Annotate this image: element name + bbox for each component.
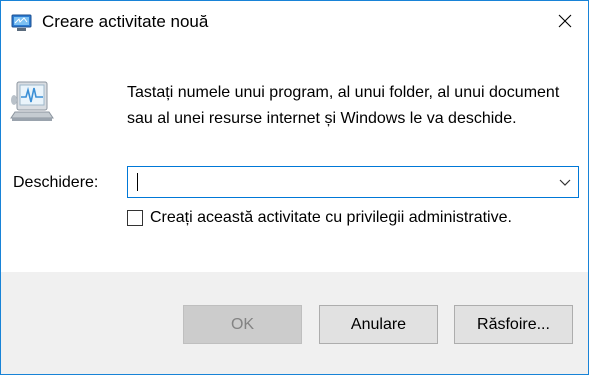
admin-privileges-checkbox[interactable] bbox=[127, 210, 143, 226]
run-dialog-icon bbox=[11, 14, 32, 32]
close-icon bbox=[558, 14, 572, 33]
close-button[interactable] bbox=[542, 1, 588, 45]
run-dialog-window: Creare activitate nouă Tastați numele un… bbox=[0, 0, 589, 375]
dialog-content: Tastați numele unui program, al unui fol… bbox=[1, 47, 588, 272]
open-combobox[interactable] bbox=[127, 166, 579, 198]
cancel-button[interactable]: Anulare bbox=[319, 305, 438, 344]
text-caret bbox=[137, 173, 138, 191]
admin-privileges-option[interactable]: Creați această activitate cu privilegii … bbox=[127, 207, 512, 229]
chevron-down-icon[interactable] bbox=[558, 175, 572, 189]
run-program-icon bbox=[9, 80, 57, 124]
dialog-description: Tastați numele unui program, al unui fol… bbox=[127, 84, 560, 127]
dialog-footer: OK Anulare Răsfoire... bbox=[1, 272, 588, 374]
browse-button[interactable]: Răsfoire... bbox=[454, 305, 573, 344]
window-title: Creare activitate nouă bbox=[42, 12, 209, 31]
ok-button[interactable]: OK bbox=[183, 305, 302, 344]
title-bar[interactable]: Creare activitate nouă bbox=[1, 1, 588, 47]
admin-privileges-label[interactable]: Creați această activitate cu privilegii … bbox=[150, 209, 512, 227]
open-label: Deschidere: bbox=[13, 174, 99, 191]
